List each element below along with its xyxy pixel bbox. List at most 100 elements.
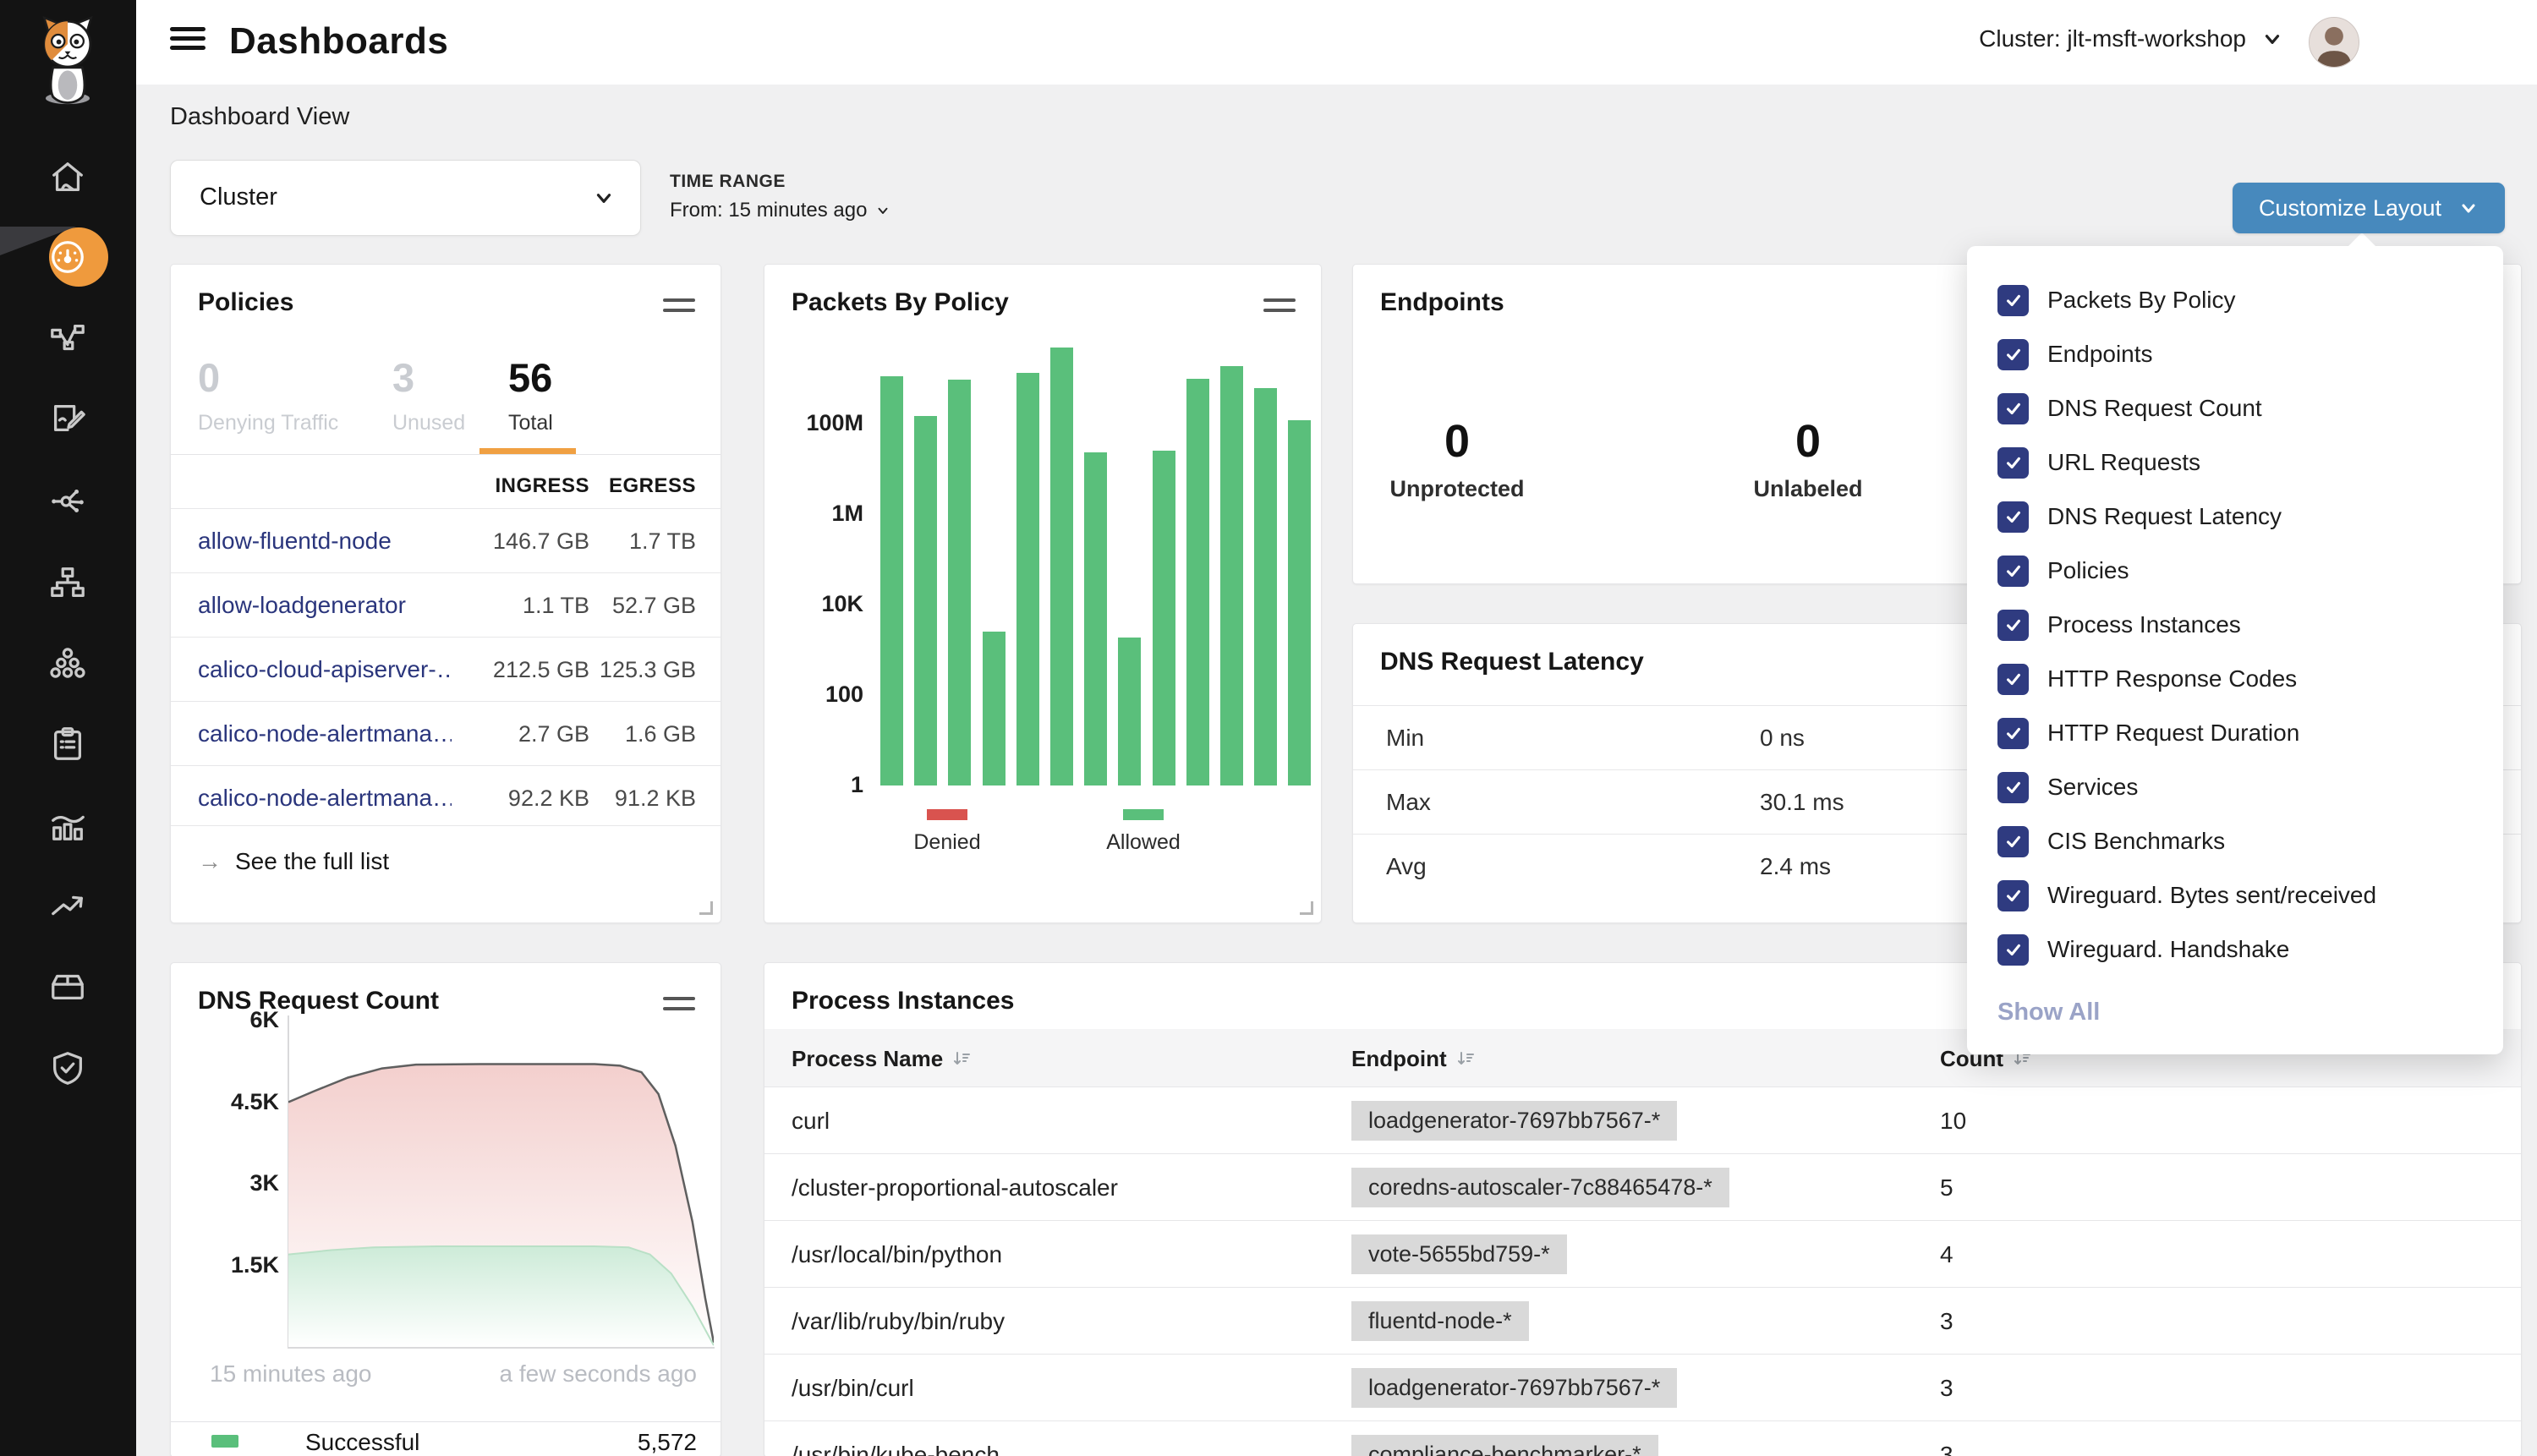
- show-all-link[interactable]: Show All: [1997, 999, 2503, 1026]
- area-series-1: [288, 1246, 714, 1347]
- allowed-swatch: [1123, 809, 1164, 820]
- menu-item-process-instances[interactable]: Process Instances: [1967, 598, 2503, 652]
- packets-bar: [1220, 366, 1243, 785]
- service-graph-icon: [48, 319, 87, 358]
- time-range-control[interactable]: TIME RANGE From: 15 minutes ago: [670, 172, 890, 222]
- checkbox-checked-icon[interactable]: [1997, 934, 2029, 966]
- resize-handle[interactable]: [1300, 901, 1313, 915]
- menu-item-wireguard-bytes[interactable]: Wireguard. Bytes sent/received: [1967, 868, 2503, 922]
- cluster-selector[interactable]: Cluster: jlt-msft-workshop: [1979, 25, 2283, 52]
- menu-item-http-response-codes[interactable]: HTTP Response Codes: [1967, 652, 2503, 706]
- active-stat-underline: [479, 448, 576, 454]
- dns-legend-row[interactable]: Successful 5,572: [171, 1421, 721, 1456]
- sidebar-item-home[interactable]: [30, 152, 105, 203]
- sidebar-item-packages[interactable]: [30, 961, 105, 1012]
- checkbox-checked-icon[interactable]: [1997, 880, 2029, 911]
- policy-link[interactable]: allow-loadgenerator: [198, 592, 406, 619]
- sidebar-item-trends[interactable]: [30, 880, 105, 931]
- endpoint-chip: compliance-benchmarker-*: [1351, 1435, 1658, 1456]
- x-label-end: a few seconds ago: [500, 1360, 698, 1388]
- x-axis-line: [288, 1347, 715, 1349]
- x-label-start: 15 minutes ago: [210, 1360, 371, 1388]
- menu-item-endpoints[interactable]: Endpoints: [1967, 327, 2503, 381]
- sidebar-item-clusters[interactable]: [30, 638, 105, 688]
- resize-handle[interactable]: [699, 901, 713, 915]
- checkbox-checked-icon[interactable]: [1997, 826, 2029, 857]
- menu-toggle-icon[interactable]: [170, 27, 205, 55]
- menu-item-wireguard-handshake[interactable]: Wireguard. Handshake: [1967, 922, 2503, 977]
- checkbox-checked-icon[interactable]: [1997, 610, 2029, 641]
- sidebar-item-policies[interactable]: [30, 393, 105, 444]
- checkbox-checked-icon[interactable]: [1997, 556, 2029, 587]
- policy-link[interactable]: calico-node-alertmana…: [198, 720, 452, 747]
- checkbox-checked-icon[interactable]: [1997, 501, 2029, 533]
- denied-swatch: [927, 809, 967, 820]
- packets-bar: [1186, 379, 1209, 786]
- calico-cat-logo-icon[interactable]: [24, 12, 112, 100]
- stat-unused[interactable]: 3 Unused: [392, 354, 465, 435]
- chevron-down-icon: [2458, 198, 2479, 218]
- table-row: calico-node-alertmana… 92.2 KB 91.2 KB: [171, 765, 721, 829]
- checkbox-checked-icon[interactable]: [1997, 718, 2029, 749]
- time-range-value: From: 15 minutes ago: [670, 199, 867, 222]
- chevron-down-icon: [593, 187, 615, 209]
- stat-total[interactable]: 56 Total: [508, 354, 553, 435]
- menu-item-http-request-duration[interactable]: HTTP Request Duration: [1967, 706, 2503, 760]
- home-icon: [48, 158, 87, 197]
- user-avatar[interactable]: [2309, 17, 2359, 68]
- sidebar-item-statistics[interactable]: [30, 800, 105, 851]
- checkbox-checked-icon[interactable]: [1997, 447, 2029, 479]
- menu-item-dns-request-latency[interactable]: DNS Request Latency: [1967, 490, 2503, 544]
- menu-item-dns-request-count[interactable]: DNS Request Count: [1967, 381, 2503, 435]
- checkbox-checked-icon[interactable]: [1997, 393, 2029, 424]
- sidebar-item-compliance-reports[interactable]: [30, 719, 105, 769]
- sidebar-item-flow-visualizations[interactable]: [30, 476, 105, 527]
- drag-handle-icon[interactable]: [663, 997, 695, 1017]
- menu-item-policies[interactable]: Policies: [1967, 544, 2503, 598]
- policy-link[interactable]: calico-cloud-apiserver-…: [198, 656, 452, 683]
- menu-item-cis-benchmarks[interactable]: CIS Benchmarks: [1967, 814, 2503, 868]
- dashboard-view-select[interactable]: Cluster: [170, 160, 641, 236]
- menu-item-url-requests[interactable]: URL Requests: [1967, 435, 2503, 490]
- stat-denying-traffic[interactable]: 0 Denying Traffic: [198, 354, 338, 435]
- checkbox-checked-icon[interactable]: [1997, 772, 2029, 803]
- sidebar-item-dashboards[interactable]: [30, 232, 105, 282]
- process-table: curl loadgenerator-7697bb7567-* 10 /clus…: [764, 1087, 2521, 1456]
- checkbox-checked-icon[interactable]: [1997, 339, 2029, 370]
- sidebar-item-service-graph[interactable]: [30, 313, 105, 364]
- policy-link[interactable]: allow-fluentd-node: [198, 528, 392, 555]
- policy-link[interactable]: calico-node-alertmana…: [198, 785, 452, 812]
- dashboards-gauge-icon: [48, 238, 87, 276]
- packets-bar: [983, 632, 1005, 785]
- policies-table-header: INGRESS EGRESS: [171, 454, 721, 508]
- menu-item-packets-by-policy[interactable]: Packets By Policy: [1967, 273, 2503, 327]
- table-row: /usr/bin/curl loadgenerator-7697bb7567-*…: [764, 1354, 2521, 1420]
- stats-bars-icon: [48, 806, 87, 845]
- customize-layout-label: Customize Layout: [2259, 195, 2441, 222]
- packets-by-policy-card: Packets By Policy 110010K1M100M Denied A…: [764, 264, 1322, 923]
- customize-layout-button[interactable]: Customize Layout: [2233, 183, 2505, 233]
- card-title: DNS Request Latency: [1380, 648, 1644, 676]
- col-process-name[interactable]: Process Name: [792, 1046, 972, 1072]
- menu-item-services[interactable]: Services: [1967, 760, 2503, 814]
- sidebar-item-security[interactable]: [30, 1043, 105, 1093]
- section-label: Dashboard View: [170, 103, 349, 131]
- shield-check-icon: [48, 1048, 87, 1087]
- drag-handle-icon[interactable]: [663, 298, 695, 319]
- chevron-down-icon: [2261, 28, 2283, 50]
- y-tick-label: 1.5K: [231, 1252, 279, 1278]
- col-endpoint[interactable]: Endpoint: [1351, 1046, 1476, 1072]
- legend-denied[interactable]: Denied: [896, 809, 998, 855]
- checkbox-checked-icon[interactable]: [1997, 285, 2029, 316]
- see-full-list-link[interactable]: → See the full list: [198, 848, 389, 875]
- sidebar: [0, 0, 136, 1456]
- drag-handle-icon[interactable]: [1263, 298, 1296, 319]
- y-tick-label: 1: [851, 772, 863, 798]
- checkbox-checked-icon[interactable]: [1997, 664, 2029, 695]
- y-tick-label: 3K: [249, 1170, 279, 1196]
- col-ingress: INGRESS: [495, 474, 589, 498]
- dashboard-screen: Dashboards Cluster: jlt-msft-workshop Da…: [0, 0, 2537, 1456]
- sidebar-item-network-topology[interactable]: [30, 557, 105, 608]
- col-egress: EGRESS: [609, 474, 696, 498]
- legend-allowed[interactable]: Allowed: [1093, 809, 1194, 855]
